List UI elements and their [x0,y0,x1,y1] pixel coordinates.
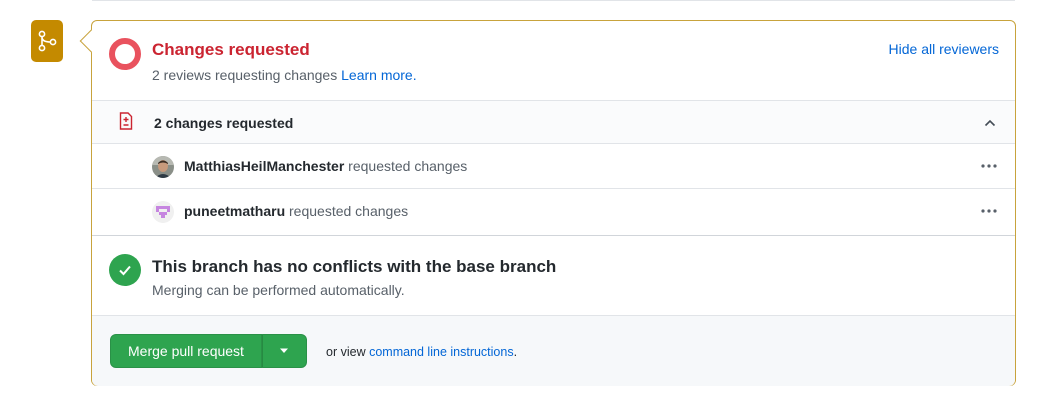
branch-status-title: This branch has no conflicts with the ba… [152,257,557,276]
reviewer-action: requested changes [289,203,409,219]
merge-method-dropdown[interactable] [261,334,307,368]
reviewer-text: MatthiasHeilManchester requested changes [184,158,467,174]
merge-footer: Merge pull request or view command line … [92,315,1015,386]
reviewer-action: requested changes [348,158,468,174]
changes-requested-icon [109,38,141,70]
reviewer-name[interactable]: MatthiasHeilManchester [184,158,344,174]
review-status-title: Changes requested [152,40,310,59]
note-prefix: or view [326,345,366,359]
merge-pull-request-button[interactable]: Merge pull request [110,334,262,368]
branch-status-subtitle: Merging can be performed automatically. [152,282,405,298]
reviewer-row: puneetmatharu requested changes [92,189,1015,236]
file-diff-icon [119,112,133,130]
hide-all-reviewers-link[interactable]: Hide all reviewers [889,41,999,57]
reviewer-text: puneetmatharu requested changes [184,203,408,219]
merge-box: Changes requested 2 reviews requesting c… [91,20,1016,386]
reviewer-row: MatthiasHeilManchester requested changes [92,144,1015,189]
learn-more-link[interactable]: Learn more. [341,67,416,83]
reviewer-name[interactable]: puneetmatharu [184,203,285,219]
reviewer-avatar[interactable] [152,201,174,223]
timeline-divider [92,0,1015,1]
command-line-instructions-link[interactable]: command line instructions [369,345,514,359]
kebab-horizontal-icon[interactable] [979,156,999,176]
command-line-note: or view command line instructions. [326,345,517,359]
git-merge-icon [31,20,63,62]
changes-requested-label: 2 changes requested [154,115,294,131]
review-count-text: 2 reviews requesting changes [152,67,338,83]
triangle-down-icon [280,348,289,353]
check-icon [109,254,141,286]
review-status-subtitle: 2 reviews requesting changes Learn more. [152,67,417,83]
note-suffix: . [513,345,518,359]
branch-status-section: This branch has no conflicts with the ba… [92,236,1015,315]
merge-button-group: Merge pull request [110,334,307,368]
chevron-up-icon[interactable] [983,116,997,130]
changes-requested-bar[interactable]: 2 changes requested [92,100,1015,144]
review-status-section: Changes requested 2 reviews requesting c… [92,21,1015,100]
kebab-horizontal-icon[interactable] [979,201,999,221]
reviewer-avatar[interactable] [152,156,174,178]
